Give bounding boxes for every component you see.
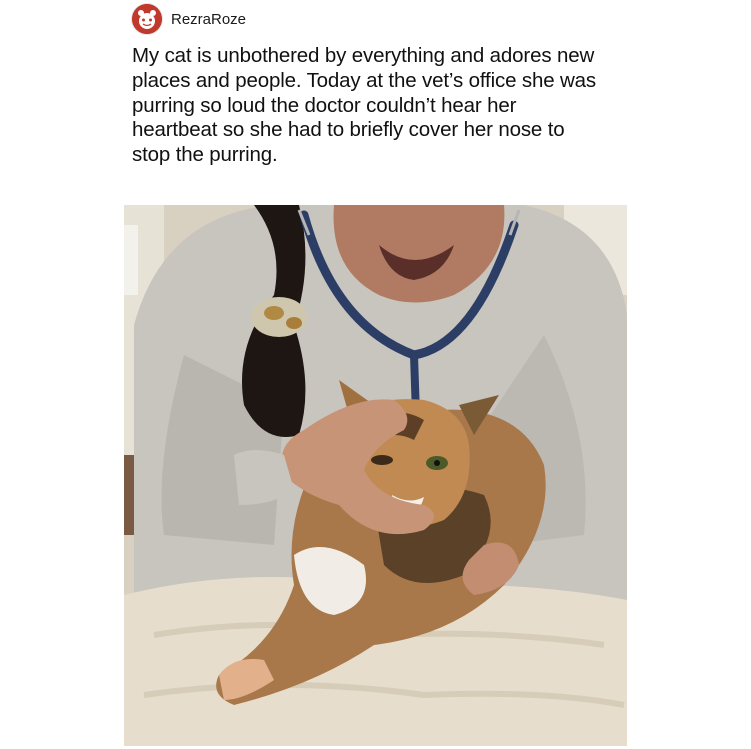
post-text: My cat is unbothered by everything and a… <box>132 44 597 167</box>
post-photo <box>124 205 627 746</box>
post-header: RezraRoze <box>132 4 246 34</box>
username[interactable]: RezraRoze <box>171 11 246 28</box>
reddit-style-avatar-icon[interactable] <box>132 4 162 34</box>
vet-cat-photo-illustration <box>124 205 627 746</box>
